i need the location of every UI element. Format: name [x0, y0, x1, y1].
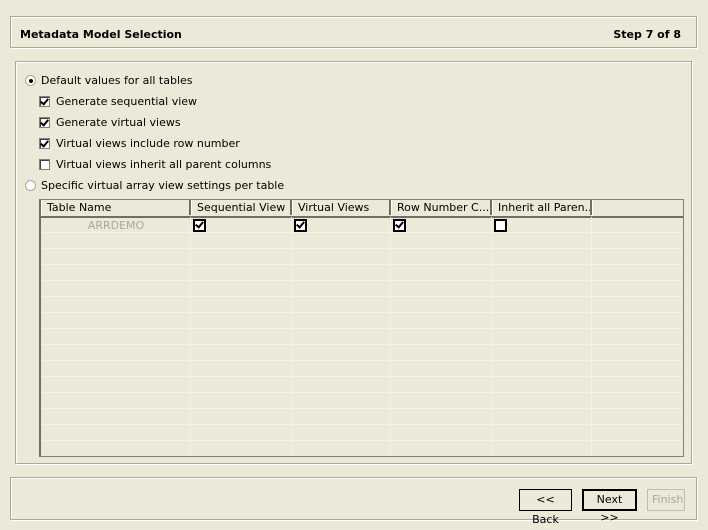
generate-sequential-view-label: Generate sequential view — [56, 95, 198, 108]
column-header-table-name[interactable]: Table Name — [41, 200, 191, 215]
page-title: Metadata Model Selection — [20, 28, 182, 41]
grid-line — [190, 217, 191, 456]
specific-settings-radio[interactable] — [25, 180, 36, 191]
table-body — [41, 217, 683, 456]
column-header-row-number[interactable]: Row Number C... — [391, 200, 492, 215]
wizard-header: Metadata Model Selection Step 7 of 8 — [10, 16, 697, 48]
generate-virtual-views-checkbox[interactable] — [39, 117, 50, 128]
sequential-view-cell[interactable] — [191, 217, 292, 233]
finish-button[interactable]: Finish — [647, 489, 685, 511]
grid-line — [491, 217, 492, 456]
column-header-virtual-views[interactable]: Virtual Views — [292, 200, 391, 215]
inherit-parent-columns-checkbox[interactable] — [39, 159, 50, 170]
grid-line — [390, 217, 391, 456]
generate-sequential-view-checkbox[interactable] — [39, 96, 50, 107]
table-settings-grid[interactable]: Table Name Sequential View Virtual Views… — [39, 199, 684, 457]
virtual-views-checkbox[interactable] — [294, 218, 307, 232]
table-name-cell: ARRDEMO — [87, 218, 145, 232]
row-number-checkbox[interactable] — [393, 218, 406, 232]
next-button[interactable]: Next >> — [582, 489, 637, 524]
wizard-footer: << Back Next >> Finish — [10, 477, 697, 526]
step-indicator: Step 7 of 8 — [613, 28, 681, 41]
include-row-number-checkbox[interactable] — [39, 138, 50, 149]
table-row[interactable]: ARRDEMO — [41, 217, 683, 233]
default-values-option[interactable]: Default values for all tables — [25, 74, 193, 87]
table-header: Table Name Sequential View Virtual Views… — [41, 200, 683, 218]
generate-sequential-view-option[interactable]: Generate sequential view — [39, 95, 197, 108]
default-values-radio[interactable] — [25, 75, 36, 86]
inherit-parent-checkbox[interactable] — [494, 218, 507, 232]
column-header-sequential-view[interactable]: Sequential View — [191, 200, 292, 215]
specific-settings-label: Specific virtual array view settings per… — [41, 179, 285, 192]
row-number-cell[interactable] — [391, 217, 492, 233]
grid-line — [591, 217, 592, 456]
default-values-label: Default values for all tables — [41, 74, 193, 87]
column-header-inherit-parent[interactable]: Inherit all Paren... — [492, 200, 592, 215]
generate-virtual-views-label: Generate virtual views — [56, 116, 181, 129]
sequential-view-checkbox[interactable] — [193, 218, 206, 232]
generate-virtual-views-option[interactable]: Generate virtual views — [39, 116, 181, 129]
back-button[interactable]: << Back — [519, 489, 572, 526]
inherit-parent-columns-option[interactable]: Virtual views inherit all parent columns — [39, 158, 271, 171]
virtual-views-cell[interactable] — [292, 217, 391, 233]
inherit-parent-cell[interactable] — [492, 217, 592, 233]
include-row-number-option[interactable]: Virtual views include row number — [39, 137, 240, 150]
inherit-parent-columns-label: Virtual views inherit all parent columns — [56, 158, 272, 171]
specific-settings-option[interactable]: Specific virtual array view settings per… — [25, 179, 284, 192]
grid-line — [291, 217, 292, 456]
column-header-filler — [592, 200, 683, 215]
include-row-number-label: Virtual views include row number — [56, 137, 240, 150]
